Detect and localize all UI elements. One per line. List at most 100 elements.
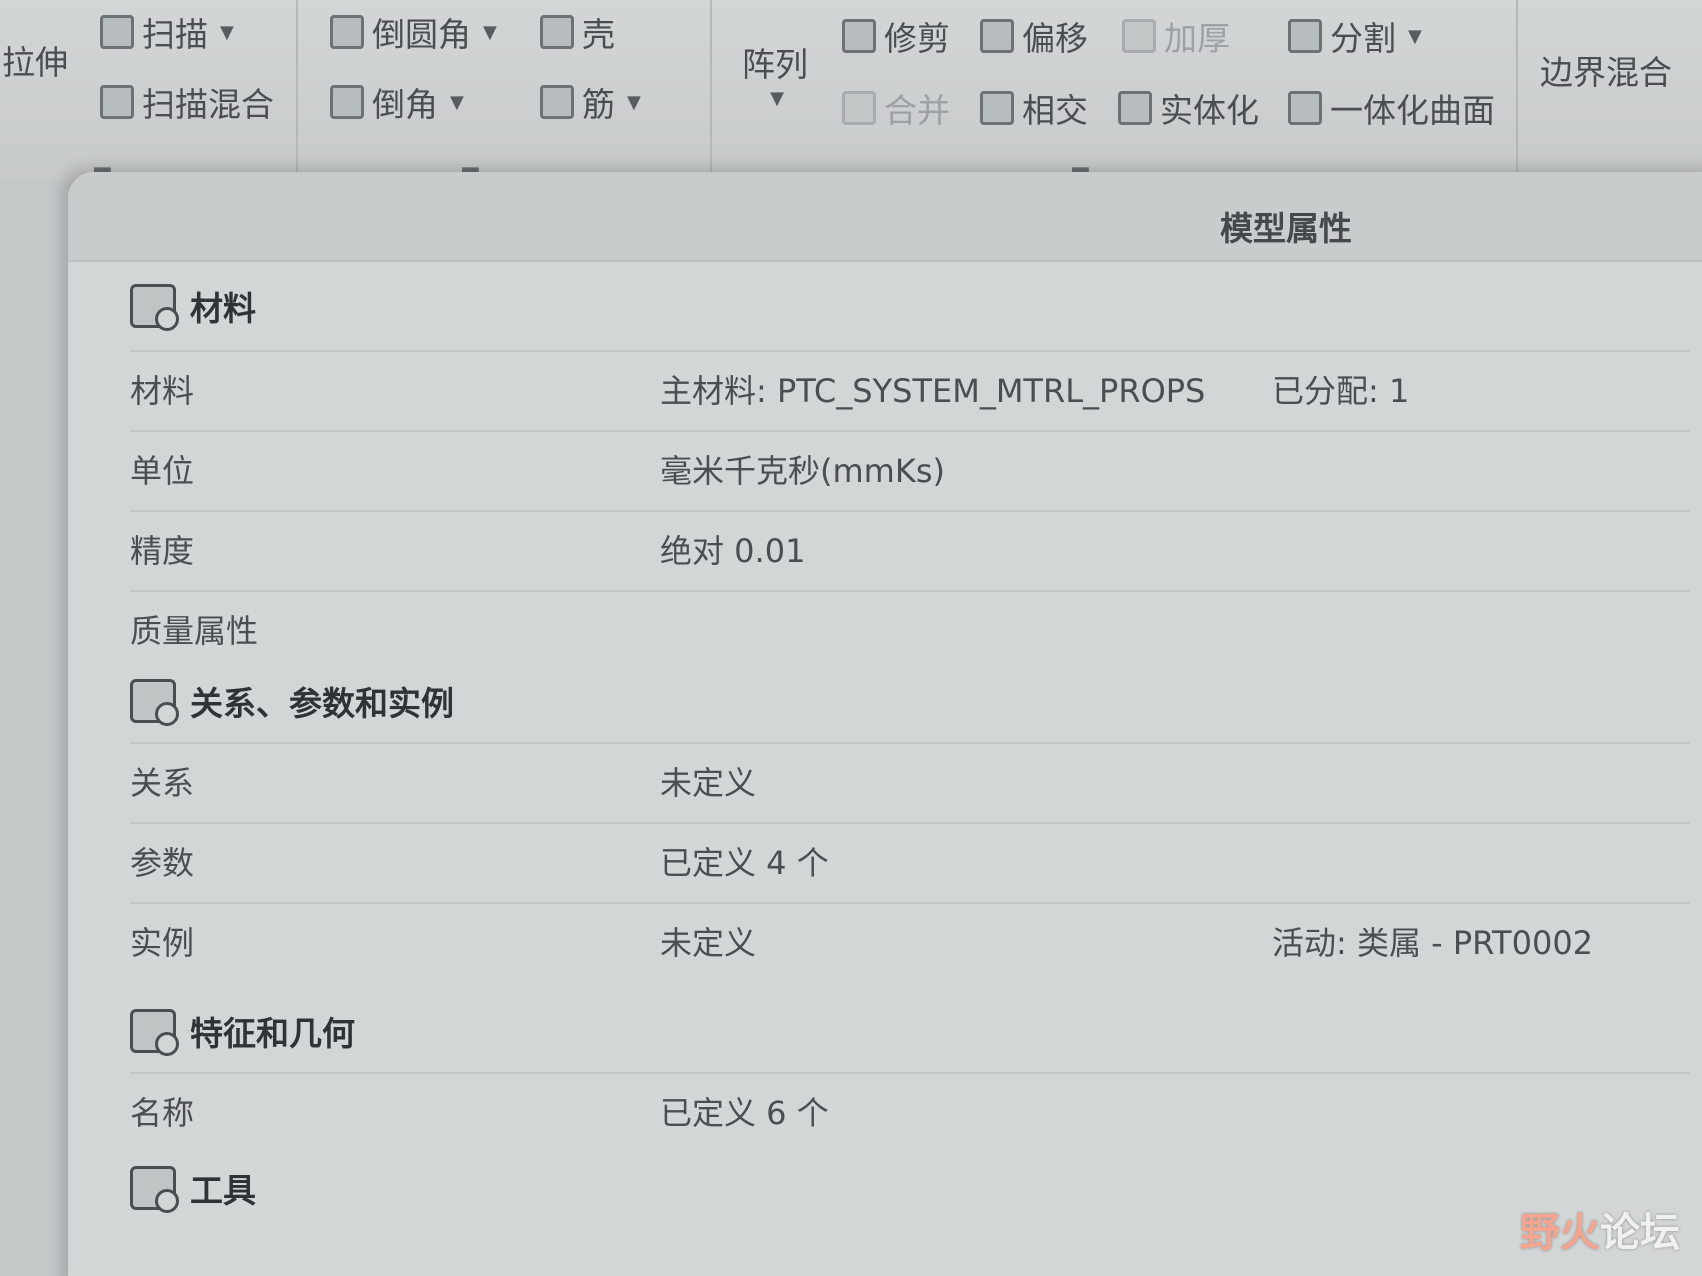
chevron-down-icon[interactable]: ▼: [770, 88, 784, 109]
model-properties-dialog: 模型属性 材料 材料 主材料: PTC_SYSTEM_MTRL_PROPS 已分…: [68, 172, 1702, 1276]
material-icon: [130, 284, 179, 331]
sweep-icon: [100, 15, 134, 49]
material-section-header[interactable]: 材料: [130, 282, 256, 331]
intersect-label: 相交: [1022, 91, 1088, 130]
row-label[interactable]: 名称: [130, 1088, 194, 1134]
unify-surface-label: 一体化曲面: [1330, 91, 1495, 130]
row-label[interactable]: 质量属性: [130, 606, 258, 652]
boundary-blend-label: 边界混合: [1540, 53, 1672, 92]
solidify-button[interactable]: 实体化: [1118, 84, 1259, 132]
swept-blend-icon: [100, 85, 134, 119]
split-label: 分割: [1330, 19, 1396, 58]
sweep-label: 扫描: [142, 15, 208, 54]
units-row[interactable]: 单位 毫米千克秒(mmKs): [130, 430, 1690, 498]
offset-icon: [980, 19, 1014, 53]
extrude-label: 拉伸: [2, 43, 68, 82]
screen: 拉伸 扫描 ▼ 扫描混合 ▬ 倒圆角 ▼ 壳 倒角 ▼ 筋 ▼ ▬ 阵列 ▼ 修…: [0, 0, 1702, 1276]
trim-button[interactable]: 修剪: [842, 12, 950, 60]
tools-section-title: 工具: [190, 1171, 256, 1210]
round-button[interactable]: 倒圆角 ▼: [330, 8, 497, 56]
row-aux: 已分配: 1: [1272, 372, 1410, 410]
shell-icon: [540, 15, 574, 49]
intersect-button[interactable]: 相交: [980, 84, 1088, 132]
thicken-button[interactable]: 加厚: [1122, 12, 1230, 60]
chamfer-label: 倒角: [372, 85, 438, 124]
boundary-blend-button[interactable]: 边界混合: [1540, 46, 1672, 94]
rib-icon: [540, 85, 574, 119]
row-label[interactable]: 精度: [130, 526, 194, 572]
dialog-title-bar: 模型属性: [68, 172, 1702, 262]
pattern-label: 阵列: [742, 45, 808, 84]
row-label[interactable]: 材料: [130, 366, 194, 412]
solidify-label: 实体化: [1160, 91, 1259, 130]
chevron-down-icon[interactable]: ▼: [450, 92, 464, 113]
shell-button[interactable]: 壳: [540, 8, 615, 56]
features-icon: [130, 1009, 179, 1056]
chamfer-button[interactable]: 倒角 ▼: [330, 78, 464, 126]
row-label[interactable]: 实例: [130, 918, 194, 964]
mass-properties-row[interactable]: 质量属性: [130, 590, 1690, 658]
thicken-icon: [1122, 19, 1156, 53]
row-label[interactable]: 单位: [130, 446, 194, 492]
ribbon-toolbar: 拉伸 扫描 ▼ 扫描混合 ▬ 倒圆角 ▼ 壳 倒角 ▼ 筋 ▼ ▬ 阵列 ▼ 修…: [0, 0, 1702, 183]
instances-row[interactable]: 实例 未定义 活动: 类属 - PRT0002: [130, 902, 1690, 970]
offset-label: 偏移: [1022, 19, 1088, 58]
row-value: 绝对 0.01: [660, 532, 806, 570]
round-icon: [330, 15, 364, 49]
extrude-button[interactable]: 拉伸: [2, 36, 68, 84]
rib-button[interactable]: 筋 ▼: [540, 78, 641, 126]
unify-surface-button[interactable]: 一体化曲面: [1288, 84, 1495, 132]
features-section-title: 特征和几何: [190, 1014, 355, 1053]
split-icon: [1288, 19, 1322, 53]
watermark-suffix: 论坛: [1600, 1210, 1680, 1256]
chevron-down-icon[interactable]: ▼: [627, 92, 641, 113]
chamfer-icon: [330, 85, 364, 119]
relations-section-header[interactable]: 关系、参数和实例: [130, 677, 454, 726]
relations-row[interactable]: 关系 未定义: [130, 742, 1690, 810]
chevron-down-icon[interactable]: ▼: [483, 22, 497, 43]
intersect-icon: [980, 91, 1014, 125]
trim-icon: [842, 19, 876, 53]
row-value: 已定义 4 个: [660, 844, 829, 882]
swept-blend-button[interactable]: 扫描混合: [100, 78, 274, 126]
row-value: 主材料: PTC_SYSTEM_MTRL_PROPS: [660, 372, 1206, 410]
swept-blend-label: 扫描混合: [142, 85, 274, 124]
unify-surface-icon: [1288, 91, 1322, 125]
group-separator: [296, 0, 298, 175]
merge-label: 合并: [884, 91, 950, 130]
tools-icon: [130, 1166, 179, 1213]
dialog-title: 模型属性: [1220, 209, 1352, 248]
row-label[interactable]: 关系: [130, 758, 194, 804]
parameters-row[interactable]: 参数 已定义 4 个: [130, 822, 1690, 890]
relations-icon: [130, 679, 179, 726]
row-value: 毫米千克秒(mmKs): [660, 452, 945, 490]
merge-button[interactable]: 合并: [842, 84, 950, 132]
accuracy-row[interactable]: 精度 绝对 0.01: [130, 510, 1690, 578]
chevron-down-icon[interactable]: ▼: [220, 22, 234, 43]
material-row[interactable]: 材料 主材料: PTC_SYSTEM_MTRL_PROPS 已分配: 1: [130, 350, 1690, 418]
forum-watermark: 野火论坛: [1520, 1200, 1680, 1258]
group-separator: [710, 0, 712, 175]
trim-label: 修剪: [884, 19, 950, 58]
features-section-header[interactable]: 特征和几何: [130, 1007, 355, 1056]
round-label: 倒圆角: [372, 15, 471, 54]
relations-section-title: 关系、参数和实例: [190, 684, 454, 723]
pattern-button[interactable]: 阵列 ▼: [742, 38, 808, 109]
merge-icon: [842, 91, 876, 125]
row-value: 未定义: [660, 764, 757, 802]
watermark-prefix: 野火: [1520, 1210, 1600, 1256]
split-button[interactable]: 分割 ▼: [1288, 12, 1422, 60]
row-aux: 活动: 类属 - PRT0002: [1272, 924, 1594, 962]
thicken-label: 加厚: [1164, 19, 1230, 58]
names-row[interactable]: 名称 已定义 6 个: [130, 1072, 1690, 1140]
tools-section-header[interactable]: 工具: [130, 1164, 256, 1213]
chevron-down-icon[interactable]: ▼: [1408, 26, 1422, 47]
sweep-button[interactable]: 扫描 ▼: [100, 8, 234, 56]
row-label[interactable]: 参数: [130, 838, 194, 884]
shell-label: 壳: [582, 15, 615, 54]
material-section-title: 材料: [190, 289, 256, 328]
row-value: 已定义 6 个: [660, 1094, 829, 1132]
offset-button[interactable]: 偏移: [980, 12, 1088, 60]
row-value: 未定义: [660, 924, 757, 962]
solidify-icon: [1118, 91, 1152, 125]
